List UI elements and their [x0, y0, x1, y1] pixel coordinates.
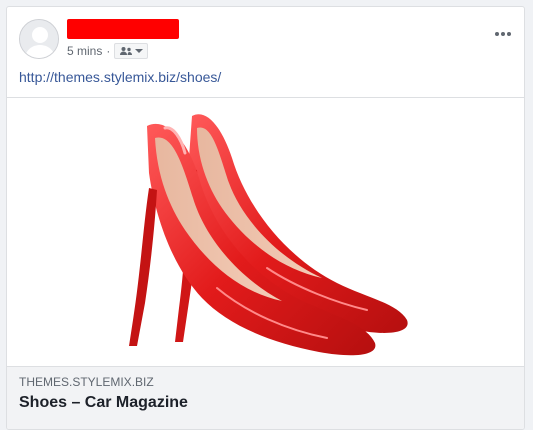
avatar-placeholder-icon	[20, 20, 58, 58]
link-domain: THEMES.STYLEMIX.BIZ	[19, 375, 154, 389]
post-header: 5 mins ·	[19, 19, 512, 67]
more-options-icon[interactable]	[494, 21, 512, 42]
post-link[interactable]: http://themes.stylemix.biz/shoes/	[19, 69, 221, 85]
link-preview-image[interactable]	[7, 98, 524, 366]
avatar[interactable]	[19, 19, 59, 59]
post-time[interactable]: 5 mins	[67, 44, 102, 58]
friends-icon	[120, 47, 133, 55]
audience-selector[interactable]	[114, 43, 149, 59]
link-title[interactable]: Shoes – Car Magazine	[19, 394, 512, 412]
meta-separator: ·	[106, 44, 111, 58]
post-meta: 5 mins ·	[67, 43, 149, 59]
red-heels-image	[129, 114, 408, 356]
post-card: 5 mins · http://themes.stylemix.biz/shoe…	[6, 6, 525, 430]
redacted-author-name[interactable]	[67, 19, 179, 39]
chevron-down-icon	[135, 49, 144, 53]
link-preview-footer[interactable]: THEMES.STYLEMIX.BIZ Shoes – Car Magazine	[7, 366, 524, 429]
